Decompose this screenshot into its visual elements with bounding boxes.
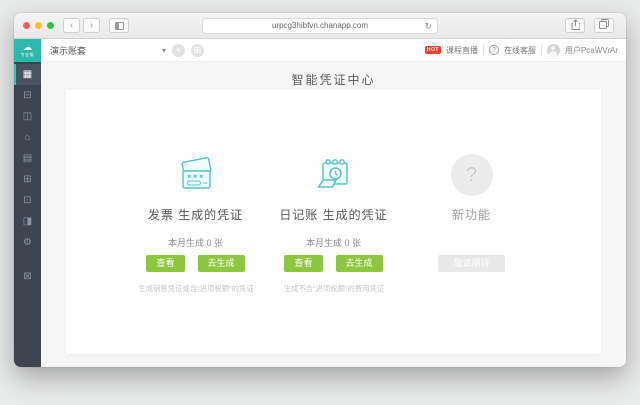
username[interactable]: 用户PcaWVrAr: [565, 45, 618, 56]
cloud-icon: ☁: [23, 42, 32, 52]
main-content: 智能凭证中心 发票 生成的凭证 本月生成 0 张 查看 去生成 生成销售凭证或含…: [41, 62, 626, 367]
page-title: 智能凭证中心: [291, 73, 376, 87]
zoom-window-button[interactable]: [47, 22, 54, 29]
journal-voucher-module: 日记账 生成的凭证 本月生成 0 张 查看 去生成 生成不含“进项税额”的费用凭…: [268, 150, 400, 294]
sidebar-item-accounts[interactable]: ⊟: [14, 85, 41, 106]
window-controls: [23, 22, 54, 29]
sidebar-toggle-button[interactable]: [109, 18, 129, 33]
journal-module-note: 生成不含“进项税额”的费用凭证: [283, 284, 384, 293]
add-account-button[interactable]: +: [172, 43, 185, 57]
avatar[interactable]: [546, 43, 560, 57]
tabs-overview-button[interactable]: [594, 18, 614, 33]
voucher-center-card: 发票 生成的凭证 本月生成 0 张 查看 去生成 生成销售凭证或含“进项税额”的…: [66, 90, 601, 354]
invoice-icon: [180, 157, 212, 189]
invoices-icon: ▤: [22, 153, 33, 164]
new-feature-title: 新功能: [451, 208, 491, 222]
sidebar-nav: ▦ ⊟ ◫ ⌂ ▤ ⊞ ⊡ ◨ ⚙ ⊠: [14, 62, 41, 367]
settings-icon: ⚙: [23, 237, 32, 248]
sidebar-item-invoices[interactable]: ▤: [14, 148, 41, 169]
online-service-link[interactable]: 在线客服: [504, 45, 536, 56]
tools-icon: ⊠: [23, 271, 32, 282]
sidebar-item-tools[interactable]: ⊠: [14, 266, 41, 287]
invoice-view-button[interactable]: 查看: [146, 255, 185, 272]
accounts-icon: ⊟: [23, 90, 32, 101]
browser-window: ‹ › urpcg3hibfvn.chanapp.com ↻ ☁ 专业版 演示账…: [14, 13, 626, 367]
account-grid-button[interactable]: ⊞: [191, 43, 204, 57]
account-set-name: 演示账套: [50, 45, 87, 56]
back-button[interactable]: ‹: [63, 18, 80, 33]
checkout-icon: ⊡: [23, 195, 32, 206]
help-icon: ?: [488, 45, 499, 55]
journal-icon: [316, 159, 348, 188]
reports-icon: ◫: [22, 111, 33, 122]
vouchers-icon: ▦: [22, 69, 33, 80]
sidebar-item-funds[interactable]: ⌂: [14, 127, 41, 148]
invoice-generate-button[interactable]: 去生成: [197, 255, 245, 272]
sidebar-toggle-icon: [114, 21, 124, 30]
chevron-down-icon: ▾: [161, 45, 166, 55]
invoice-module-title: 发票 生成的凭证: [147, 208, 244, 222]
inventory-icon: ◨: [22, 216, 33, 227]
funds-icon: ⌂: [24, 132, 31, 143]
share-button[interactable]: [565, 18, 585, 33]
share-icon: [571, 19, 580, 30]
sidebar-item-settings[interactable]: ⚙: [14, 232, 41, 253]
new-feature-module: ? 新功能 敬请期待: [406, 150, 538, 294]
journal-generate-button[interactable]: 去生成: [335, 255, 383, 272]
divider: [540, 45, 542, 55]
sidebar-item-reports[interactable]: ◫: [14, 106, 41, 127]
close-window-button[interactable]: [23, 22, 30, 29]
app-logo[interactable]: ☁ 专业版: [14, 38, 41, 62]
sidebar-item-salary[interactable]: ⊞: [14, 169, 41, 190]
minimize-window-button[interactable]: [35, 22, 42, 29]
journal-monthly-stat: 本月生成 0 张: [305, 238, 361, 248]
account-set-selector[interactable]: 演示账套 ▾: [50, 44, 166, 57]
browser-toolbar: ‹ › urpcg3hibfvn.chanapp.com ↻: [14, 13, 626, 39]
url-text: urpcg3hibfvn.chanapp.com: [271, 21, 369, 30]
tabs-icon: [599, 19, 609, 29]
journal-view-button[interactable]: 查看: [284, 255, 323, 272]
journal-module-title: 日记账 生成的凭证: [279, 208, 388, 222]
new-feature-locked-button: 敬请期待: [438, 255, 505, 272]
live-course-link[interactable]: 课程直播: [446, 45, 478, 56]
address-bar[interactable]: urpcg3hibfvn.chanapp.com ↻: [202, 18, 438, 34]
app-header: ☁ 专业版 演示账套 ▾ + ⊞ HOT 课程直播 ? 在线客服 用户PcaWV…: [14, 38, 626, 62]
sidebar-item-checkout[interactable]: ⊡: [14, 190, 41, 211]
invoice-module-note: 生成销售凭证或含“进项税额”的凭证: [137, 284, 254, 293]
invoice-voucher-module: 发票 生成的凭证 本月生成 0 张 查看 去生成 生成销售凭证或含“进项税额”的…: [130, 150, 262, 294]
reload-icon[interactable]: ↻: [424, 19, 432, 33]
salary-icon: ⊞: [23, 174, 32, 185]
question-mark-icon: ?: [450, 154, 493, 196]
invoice-monthly-stat: 本月生成 0 张: [167, 238, 223, 248]
sidebar-item-inventory[interactable]: ◨: [14, 211, 41, 232]
edition-label: 专业版: [20, 52, 35, 57]
forward-button[interactable]: ›: [83, 18, 100, 33]
divider: [482, 45, 484, 55]
hot-badge: HOT: [424, 46, 441, 54]
sidebar-item-vouchers[interactable]: ▦: [14, 64, 41, 85]
